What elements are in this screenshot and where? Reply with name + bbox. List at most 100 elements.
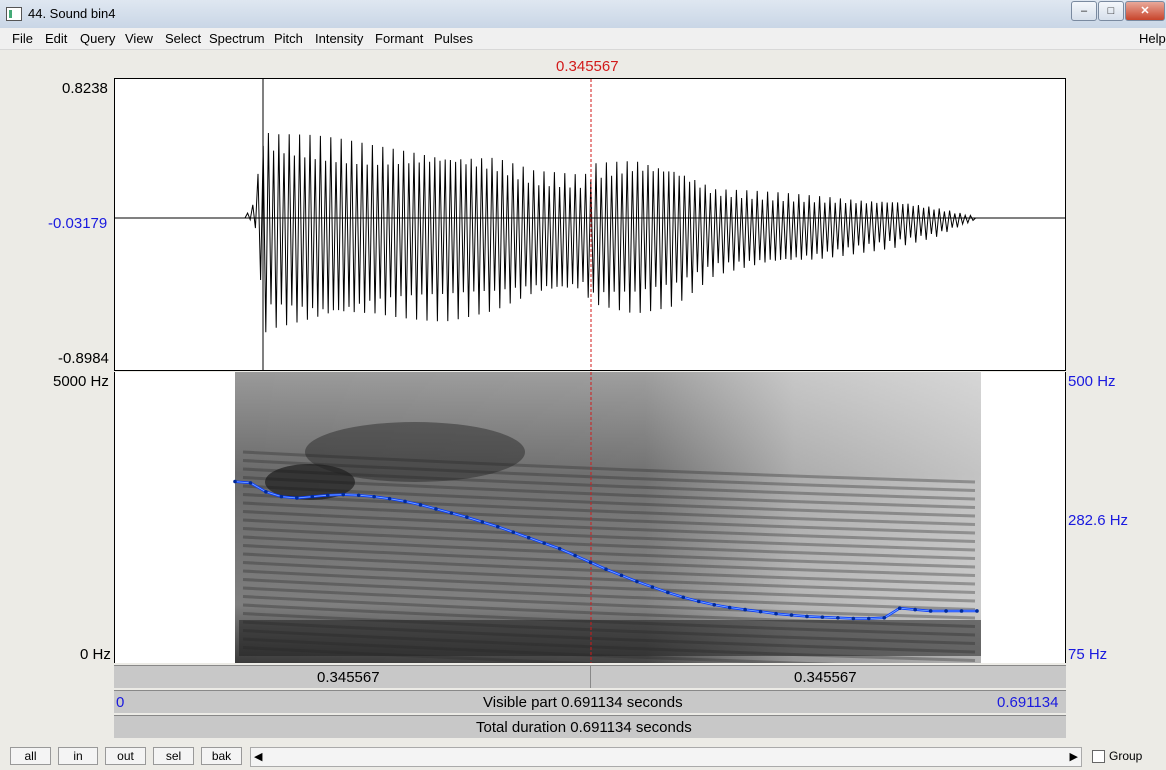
pitch-point: [650, 585, 655, 589]
zoom-sel-button[interactable]: sel: [153, 747, 194, 765]
cursor-time-label: 0.345567: [556, 58, 619, 75]
menu-bar: File Edit Query View Select Spectrum Pit…: [0, 28, 1166, 50]
pitch-point: [604, 567, 608, 571]
pitch-point: [727, 605, 732, 610]
menu-query[interactable]: Query: [80, 31, 115, 46]
segment-right-label: 0.345567: [794, 669, 857, 686]
start-time-label: 0: [116, 694, 125, 711]
pitch-point: [681, 595, 686, 600]
pitch-point: [356, 493, 361, 498]
pitch-mid-label: 282.6 Hz: [1068, 512, 1129, 529]
pitch-point: [248, 481, 253, 485]
pitch-point: [434, 507, 438, 511]
visible-part-label: Visible part 0.691134 seconds: [483, 694, 683, 711]
pitch-point: [465, 515, 469, 519]
pitch-point: [696, 599, 701, 604]
pitch-point: [820, 615, 825, 619]
waveform-trace: [244, 132, 1065, 333]
bottom-toolbar: all in out sel bak ◀ ▶ Group: [0, 744, 1166, 770]
pitch-point: [743, 607, 747, 612]
pitch-point: [712, 603, 717, 607]
pitch-point: [295, 496, 299, 500]
pitch-point: [387, 496, 392, 501]
scroll-right-icon[interactable]: ▶: [1070, 750, 1078, 763]
menu-select[interactable]: Select: [165, 31, 201, 46]
pitch-point: [866, 616, 871, 621]
pitch-point: [928, 609, 933, 613]
freq-bottom-label: 0 Hz: [80, 646, 111, 663]
zoom-back-button[interactable]: bak: [201, 747, 242, 765]
menu-spectrum[interactable]: Spectrum: [209, 31, 265, 46]
group-label: Group: [1109, 749, 1143, 763]
window-title: 44. Sound bin4: [28, 6, 116, 21]
group-checkbox[interactable]: [1092, 750, 1105, 763]
zoom-all-button[interactable]: all: [10, 747, 51, 765]
spectrogram-panel[interactable]: [114, 372, 1066, 663]
segment-left[interactable]: 0.345567: [114, 666, 591, 688]
total-duration-label: Total duration 0.691134 seconds: [476, 719, 692, 736]
pitch-point: [836, 616, 840, 620]
pitch-point: [851, 616, 856, 621]
pitch-point: [511, 530, 516, 535]
pitch-point: [913, 607, 917, 612]
formant-blob: [305, 422, 525, 482]
waveform-max-label: 0.8238: [62, 80, 108, 97]
waveform-panel[interactable]: [114, 78, 1066, 371]
waveform-zero-label: -0.03179: [48, 215, 108, 232]
pitch-point: [449, 511, 454, 515]
maximize-button[interactable]: □: [1098, 1, 1124, 21]
pitch-point: [774, 611, 778, 616]
pitch-point: [666, 590, 670, 595]
menu-pitch[interactable]: Pitch: [274, 31, 303, 46]
pitch-top-label: 500 Hz: [1068, 373, 1116, 390]
pitch-point: [573, 553, 577, 558]
pitch-point: [557, 546, 562, 551]
pitch-point: [372, 494, 376, 499]
pitch-point: [279, 494, 284, 499]
pitch-point: [758, 609, 763, 614]
zoom-out-button[interactable]: out: [105, 747, 146, 765]
pitch-point: [341, 492, 346, 497]
pitch-bottom-label: 75 Hz: [1068, 646, 1108, 663]
pitch-point: [542, 541, 546, 545]
menu-help[interactable]: Help: [1139, 31, 1166, 46]
pitch-point: [310, 494, 315, 499]
close-button[interactable]: ✕: [1125, 1, 1165, 21]
spectrogram-plot: [233, 372, 981, 663]
minimize-button[interactable]: –: [1071, 1, 1097, 21]
pitch-point: [403, 499, 407, 504]
pitch-point: [264, 490, 268, 494]
total-duration-bar[interactable]: Total duration 0.691134 seconds: [114, 715, 1066, 738]
title-bar: 44. Sound bin4 – □ ✕: [0, 0, 1166, 28]
zoom-in-button[interactable]: in: [58, 747, 98, 765]
segment-right[interactable]: 0.345567: [591, 666, 1066, 688]
segment-bar: 0.345567 0.345567: [114, 665, 1066, 688]
scroll-left-icon[interactable]: ◀: [254, 750, 262, 763]
pitch-point: [635, 579, 639, 584]
pitch-point: [619, 573, 624, 578]
pitch-point: [959, 609, 964, 613]
pitch-point: [526, 535, 531, 540]
pitch-point: [418, 503, 423, 507]
pitch-point: [805, 614, 809, 619]
waveform-plot: [115, 79, 1065, 370]
pitch-point: [233, 479, 237, 484]
pitch-point: [944, 609, 948, 613]
pitch-point: [897, 606, 902, 611]
pitch-point: [495, 524, 500, 529]
menu-edit[interactable]: Edit: [45, 31, 67, 46]
horizontal-scrollbar[interactable]: ◀ ▶: [250, 747, 1082, 767]
pitch-point: [882, 616, 887, 620]
menu-formant[interactable]: Formant: [375, 31, 423, 46]
menu-intensity[interactable]: Intensity: [315, 31, 363, 46]
menu-pulses[interactable]: Pulses: [434, 31, 473, 46]
app-icon: [6, 7, 22, 21]
segment-left-label: 0.345567: [317, 669, 380, 686]
menu-view[interactable]: View: [125, 31, 153, 46]
visible-part-bar[interactable]: Visible part 0.691134 seconds: [114, 690, 1066, 713]
pitch-point: [588, 560, 593, 565]
pitch-point: [975, 609, 979, 613]
pitch-point: [480, 520, 485, 524]
menu-file[interactable]: File: [12, 31, 33, 46]
low-frequency-band: [239, 620, 981, 656]
